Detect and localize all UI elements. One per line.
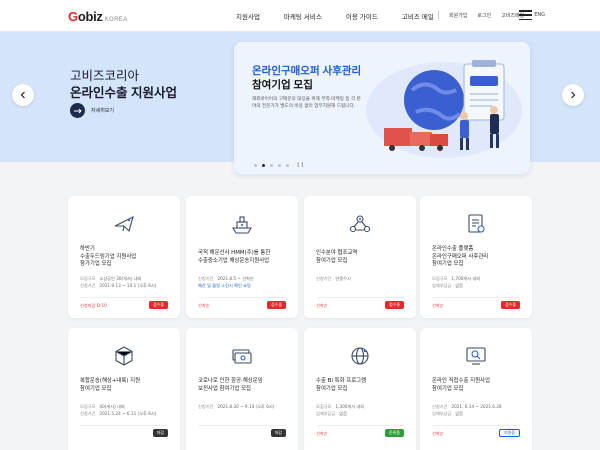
nav-support-program[interactable]: 지원사업 bbox=[236, 11, 260, 21]
card-title: 인수분야 협조교역 참여기업 모집 bbox=[316, 250, 358, 264]
status-badge: 접수중 bbox=[148, 301, 168, 309]
deadline-label: 선착순 bbox=[432, 431, 444, 436]
nav-gobiz-mail[interactable]: 고비즈 메일 bbox=[402, 11, 434, 21]
search-icon bbox=[466, 347, 486, 365]
nav-marketing-service[interactable]: 마케팅 서비스 bbox=[284, 11, 322, 21]
carousel-indicators: ❙❙ bbox=[254, 162, 304, 168]
globe-icon bbox=[351, 347, 369, 365]
carousel-dot[interactable] bbox=[286, 163, 289, 167]
airplane-icon bbox=[114, 215, 134, 233]
program-card[interactable]: 수출 BI 특화 프로그램 참여기업 모집 모집규모 1,300개사 내외 업체부… bbox=[304, 328, 416, 450]
chevron-right-icon bbox=[571, 91, 576, 99]
card-title: 수출 BI 특화 프로그램 참여기업 모집 bbox=[316, 378, 367, 392]
card-divider bbox=[432, 425, 520, 426]
card-meta: 신청기간 연중수시 bbox=[316, 276, 351, 281]
arrow-right-icon bbox=[70, 103, 85, 118]
deadline-label: 선착순 bbox=[432, 303, 444, 308]
login-link[interactable]: 로그인 bbox=[477, 12, 491, 20]
view-more-button[interactable]: 자세히보기 bbox=[70, 103, 114, 118]
status-badge: 접수중 bbox=[266, 301, 286, 309]
chevron-left-icon bbox=[20, 91, 25, 99]
program-card[interactable]: 하반기 수출두드림기업 지원사업 참가기업 모집 모집규모 소상공인 30(개사)… bbox=[68, 196, 180, 318]
card-meta: 모집규모 소상공인 30(개사) 내외 신청기간 2021.9.13 ~ 10.1 … bbox=[80, 276, 157, 288]
util-divider bbox=[438, 11, 439, 19]
utility-links: 회원가입 로그인 고비즈메일 ENG bbox=[438, 11, 555, 20]
language-eng-link[interactable]: ENG bbox=[534, 12, 545, 20]
deadline-label: 신청마감 D-10 bbox=[80, 303, 107, 308]
hero-next-button[interactable] bbox=[562, 84, 584, 106]
box-icon bbox=[115, 346, 133, 366]
card-meta: 신청기간 2021. 6.14 ~ 2021.6.28 업체부담금 없음 bbox=[432, 404, 502, 416]
nav-user-guide[interactable]: 이용 가이드 bbox=[346, 11, 378, 21]
card-divider bbox=[316, 425, 404, 426]
hero-section: 고비즈코리아 온라인수출 지원사업 자세히보기 온라인구매오퍼 사후관리 참여기… bbox=[0, 32, 600, 174]
card-divider bbox=[316, 297, 404, 298]
menu-hamburger-icon[interactable] bbox=[519, 10, 532, 21]
card-meta: 모집규모 40(개사) 내외 신청기간 2021.5.24 ~ 6.11 (오후 6… bbox=[80, 404, 157, 416]
banner-title: 온라인구매오퍼 사후관리 참여기업 모집 bbox=[252, 65, 362, 91]
deadline-label: 선착순 bbox=[316, 431, 328, 436]
card-title: 국적 해운선사 HMM(주)를 통한 수출중소기업 해상운송지원사업 bbox=[198, 250, 271, 264]
card-divider bbox=[198, 297, 286, 298]
money-icon bbox=[232, 349, 252, 364]
carousel-dot-active[interactable] bbox=[262, 163, 265, 167]
deadline-label: 선착순 bbox=[316, 303, 328, 308]
hero-prev-button[interactable] bbox=[12, 84, 34, 106]
deadline-label: 선착순 bbox=[198, 303, 210, 308]
promo-banner[interactable]: 온라인구매오퍼 사후관리 참여기업 모집 해외바이어의 구매문의 대응을 위해 … bbox=[234, 42, 530, 174]
program-card[interactable]: 인수분야 협조교역 참여기업 모집 신청기간 연중수시 선착순 접수중 bbox=[304, 196, 416, 318]
card-divider bbox=[80, 425, 168, 426]
signup-link[interactable]: 회원가입 bbox=[449, 12, 467, 20]
carousel-dot[interactable] bbox=[270, 163, 273, 167]
carousel-dot[interactable] bbox=[254, 163, 257, 167]
status-badge: 접수중 bbox=[500, 301, 520, 309]
network-icon bbox=[349, 215, 371, 233]
status-badge: 준비중 bbox=[384, 429, 404, 437]
program-card[interactable]: 복합운송(해상+내륙) 지원 참여기업 모집 모집규모 40(개사) 내외 신청기… bbox=[68, 328, 180, 450]
card-title: 복합운송(해상+내륙) 지원 참여기업 모집 bbox=[80, 378, 141, 392]
status-badge: 마감 bbox=[152, 429, 168, 437]
status-badge: 마감 bbox=[270, 429, 286, 437]
ship-icon bbox=[232, 216, 252, 234]
program-card[interactable]: 온라인수출 플랫폼 온라인구매오퍼 사후관리 참여기업 모집 모집규모 1,700… bbox=[420, 196, 532, 318]
card-title: 코로나로 인한 항공·해상운임 보전사업 참여기업 모집 bbox=[198, 378, 263, 392]
card-divider bbox=[432, 297, 520, 298]
status-badge: 지원중 bbox=[498, 429, 520, 437]
card-title: 하반기 수출두드림기업 지원사업 참가기업 모집 bbox=[80, 246, 137, 267]
program-card[interactable]: 국적 해운선사 HMM(주)를 통한 수출중소기업 해상운송지원사업 신청기간 2… bbox=[186, 196, 298, 318]
status-badge: 접수중 bbox=[384, 301, 404, 309]
carousel-dot[interactable] bbox=[278, 163, 281, 167]
main-nav: 지원사업 마케팅 서비스 이용 가이드 고비즈 메일 bbox=[236, 11, 458, 21]
program-card[interactable]: 코로나로 인한 항공·해상운임 보전사업 참여기업 모집 신청기간 2021.8.… bbox=[186, 328, 298, 450]
program-card[interactable]: 온라인 직접수출 지원사업 참여기업 모집 신청기간 2021. 6.14 ~ 2… bbox=[420, 328, 532, 450]
card-meta: 모집규모 1,300개사 내외 업체부담금 없음 bbox=[316, 404, 365, 416]
hero-title: 고비즈코리아 온라인수출 지원사업 bbox=[70, 69, 177, 100]
card-meta: 신청기간 2021.8.30 ~ 9.10 (오후 6시) bbox=[198, 404, 275, 409]
export-logistics-illustration bbox=[366, 60, 522, 158]
card-title: 온라인 직접수출 지원사업 참여기업 모집 bbox=[432, 378, 490, 392]
card-divider bbox=[80, 297, 168, 298]
document-icon bbox=[468, 214, 485, 233]
banner-description: 해외바이어의 구매문의 대응을 위해 무역·마케팅 등 각 분야의 전문가가 밸… bbox=[252, 97, 361, 109]
card-title: 온라인수출 플랫폼 온라인구매오퍼 사후관리 참여기업 모집 bbox=[432, 246, 489, 267]
card-meta: 신청기간 2021.8.5 ~ 선착순 예산 및 물량 소진시 확인 요망 bbox=[198, 276, 254, 288]
gobiz-logo[interactable]: Gobiz KOREA bbox=[68, 9, 128, 24]
pause-icon[interactable]: ❙❙ bbox=[296, 162, 304, 168]
top-header: Gobiz KOREA 지원사업 마케팅 서비스 이용 가이드 고비즈 메일 회원… bbox=[0, 0, 600, 32]
card-divider bbox=[198, 425, 286, 426]
card-meta: 모집규모 1,700개사 내외 업체부담금 없음 bbox=[432, 276, 481, 288]
